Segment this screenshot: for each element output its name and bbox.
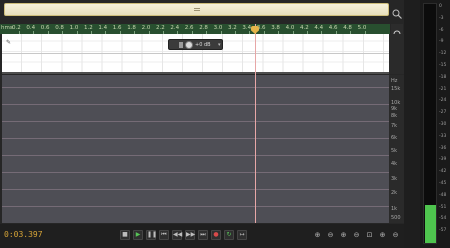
frequency-label: 2k	[391, 190, 398, 196]
panel-divider	[404, 0, 420, 248]
current-time: 0:03.397	[4, 230, 43, 239]
meter-level-bar	[425, 205, 436, 243]
meter-scale-label: -24	[439, 98, 447, 104]
meter-scale-label: -45	[439, 181, 447, 186]
record-button[interactable]: ●	[211, 230, 221, 240]
amplitude-scale	[389, 34, 404, 74]
zoom-in-time-button[interactable]: ⊕	[338, 230, 349, 240]
pencil-icon[interactable]: ✎	[6, 39, 11, 46]
meter-scale-label: -21	[439, 86, 447, 92]
hud-menu-icon[interactable]: ▾	[218, 42, 221, 48]
goto-end-button[interactable]: ⏭	[198, 230, 208, 240]
meter-scale-label: -42	[439, 169, 447, 175]
rewind-button[interactable]: ◀◀	[172, 230, 182, 240]
zoom-selection-in-button[interactable]: ⊕	[377, 230, 388, 240]
meter-scale-label: -27	[439, 110, 447, 116]
meter-scale-label: -33	[439, 133, 447, 139]
spectral-frequency-view[interactable]	[2, 75, 389, 223]
overview-scrollbar[interactable]	[4, 3, 389, 16]
time-ruler[interactable]: hms 0.2 0.4 0.6 0.8 1.0 1.2 1.4 1.6 1.8 2.0 2.2 2.4…	[0, 24, 390, 34]
level-meter: 0 -3 -6 -9 -12 -15 -18 -21 -24 -27 -30 -33 -36 -39 -42…	[420, 0, 450, 248]
meter-scale-label: -48	[439, 192, 447, 198]
center-line	[2, 53, 389, 54]
volume-knob[interactable]	[185, 41, 193, 49]
pause-button[interactable]: ❚❚	[146, 230, 157, 240]
stop-button[interactable]: ■	[120, 230, 130, 240]
zoom-out-time-button[interactable]: ⊖	[351, 230, 362, 240]
frequency-label: 1k	[391, 206, 398, 212]
meter-scale-label: -54	[439, 216, 447, 222]
fast-forward-button[interactable]: ▶▶	[185, 230, 195, 240]
meter-scale-label: 0	[439, 4, 442, 9]
hud-value: +0 dB	[195, 42, 211, 48]
volume-hud[interactable]: +0 dB ▾	[168, 39, 223, 50]
zoom-in-amplitude-button[interactable]: ⊕	[312, 230, 323, 240]
frequency-label: 7k	[391, 123, 398, 129]
meter-scale-label: -30	[439, 122, 447, 127]
frequency-label: 8k	[391, 113, 398, 119]
meter-scale-label: -12	[439, 51, 447, 57]
overview-grip[interactable]	[193, 8, 200, 11]
zoom-icon[interactable]	[392, 4, 402, 19]
frequency-label: 6k	[391, 135, 398, 141]
meter-scale-label: -57	[439, 228, 447, 234]
meter-scale-label: -18	[439, 74, 447, 80]
loop-button[interactable]: ↻	[224, 230, 234, 240]
frequency-label: 4k	[391, 161, 398, 167]
play-button[interactable]: ▶	[133, 230, 143, 240]
zoom-out-amplitude-button[interactable]: ⊖	[325, 230, 336, 240]
meter-scale-label: -15	[439, 63, 447, 68]
meter-scale-label: -39	[439, 157, 447, 163]
goto-start-button[interactable]: ⏮	[159, 230, 169, 240]
frequency-label: 15k	[391, 86, 401, 92]
playhead-line[interactable]	[255, 24, 256, 223]
headphone-icon[interactable]	[391, 24, 403, 38]
frequency-label: 500	[391, 215, 401, 221]
frequency-label: 9k	[391, 106, 398, 112]
meter-scale-label: -9	[439, 39, 444, 45]
zoom-selection-out-button[interactable]: ⊖	[390, 230, 401, 240]
waveform-editor: hms 0.2 0.4 0.6 0.8 1.0 1.2 1.4 1.6 1.8 2.0 2.2 2.4…	[0, 0, 404, 248]
meter-scale-label: -51	[439, 204, 447, 210]
meter-scale-label: -3	[439, 15, 444, 21]
frequency-scale: Hz 15k 10k 9k 8k 7k 6k 5k 4k 3k 2k 1k 500	[389, 75, 404, 223]
meter-scale-label: -6	[439, 27, 444, 33]
pin-icon[interactable]	[179, 42, 183, 48]
frequency-label: 5k	[391, 148, 398, 154]
skip-button[interactable]: ↦	[237, 230, 247, 240]
frequency-label: Hz	[391, 78, 398, 84]
ruler-start-label: hms	[1, 25, 13, 31]
meter-scale-label: -36	[439, 145, 447, 151]
meter-track	[423, 3, 437, 244]
zoom-full-button[interactable]: ⊡	[364, 230, 375, 240]
frequency-label: 3k	[391, 176, 398, 182]
